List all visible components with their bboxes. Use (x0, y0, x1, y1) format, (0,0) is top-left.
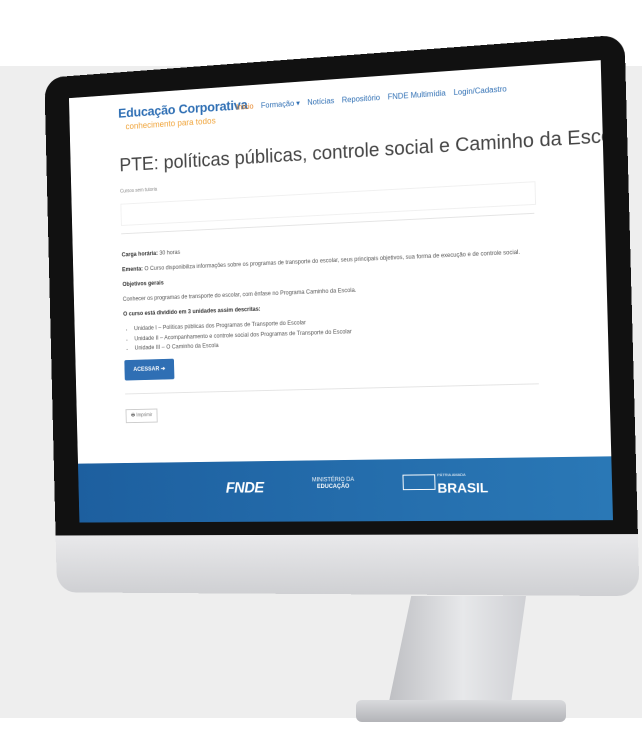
mec-line2: EDUCAÇÃO (316, 484, 350, 491)
print-button[interactable]: 🖶 Imprimir (125, 408, 158, 423)
acessar-button[interactable]: ACESSAR ➔ (124, 358, 175, 381)
brasil-flag-icon (402, 474, 436, 491)
monitor: Educação Corporativa conhecimento para t… (44, 34, 640, 597)
carga-value: 30 horas (159, 250, 181, 257)
units-list: Unidade I – Políticas públicas dos Progr… (134, 312, 546, 353)
carga-label: Carga horária: (121, 251, 159, 259)
nav-repositorio[interactable]: Repositório (342, 93, 380, 104)
brand-title[interactable]: Educação Corporativa (118, 97, 248, 121)
nav-noticias[interactable]: Notícias (307, 96, 334, 106)
monitor-base (356, 700, 566, 722)
ementa-label: Ementa: (122, 266, 144, 274)
fnde-logo[interactable]: FNDE (226, 480, 264, 497)
monitor-scene: Educação Corporativa conhecimento para t… (0, 0, 642, 749)
nav-login[interactable]: Login/Cadastro (453, 85, 506, 97)
divider (125, 383, 539, 395)
brasil-logo[interactable]: BRASIL (437, 480, 488, 496)
nav-fnde-multimidia[interactable]: FNDE Multimídia (388, 89, 446, 102)
monitor-chin (55, 534, 640, 597)
nav-inicio[interactable]: Início (236, 102, 254, 112)
course-content: Carga horária: 30 horas Ementa: O Curso … (122, 232, 548, 423)
nav-formacao[interactable]: Formação ▾ (261, 99, 300, 110)
screen: Educação Corporativa conhecimento para t… (68, 60, 614, 523)
site-footer: FNDE MINISTÉRIO DA EDUCAÇÃO BRASIL PÁTRI… (77, 456, 614, 523)
mec-logo[interactable]: MINISTÉRIO DA EDUCAÇÃO (312, 477, 355, 491)
course-info-box (120, 181, 537, 226)
patria-amada-text: PÁTRIA AMADA (437, 472, 466, 478)
main-nav: Início Formação ▾ Notícias Repositório F… (236, 85, 507, 112)
page-subtitle: Cursos sem tutoria (120, 186, 158, 195)
